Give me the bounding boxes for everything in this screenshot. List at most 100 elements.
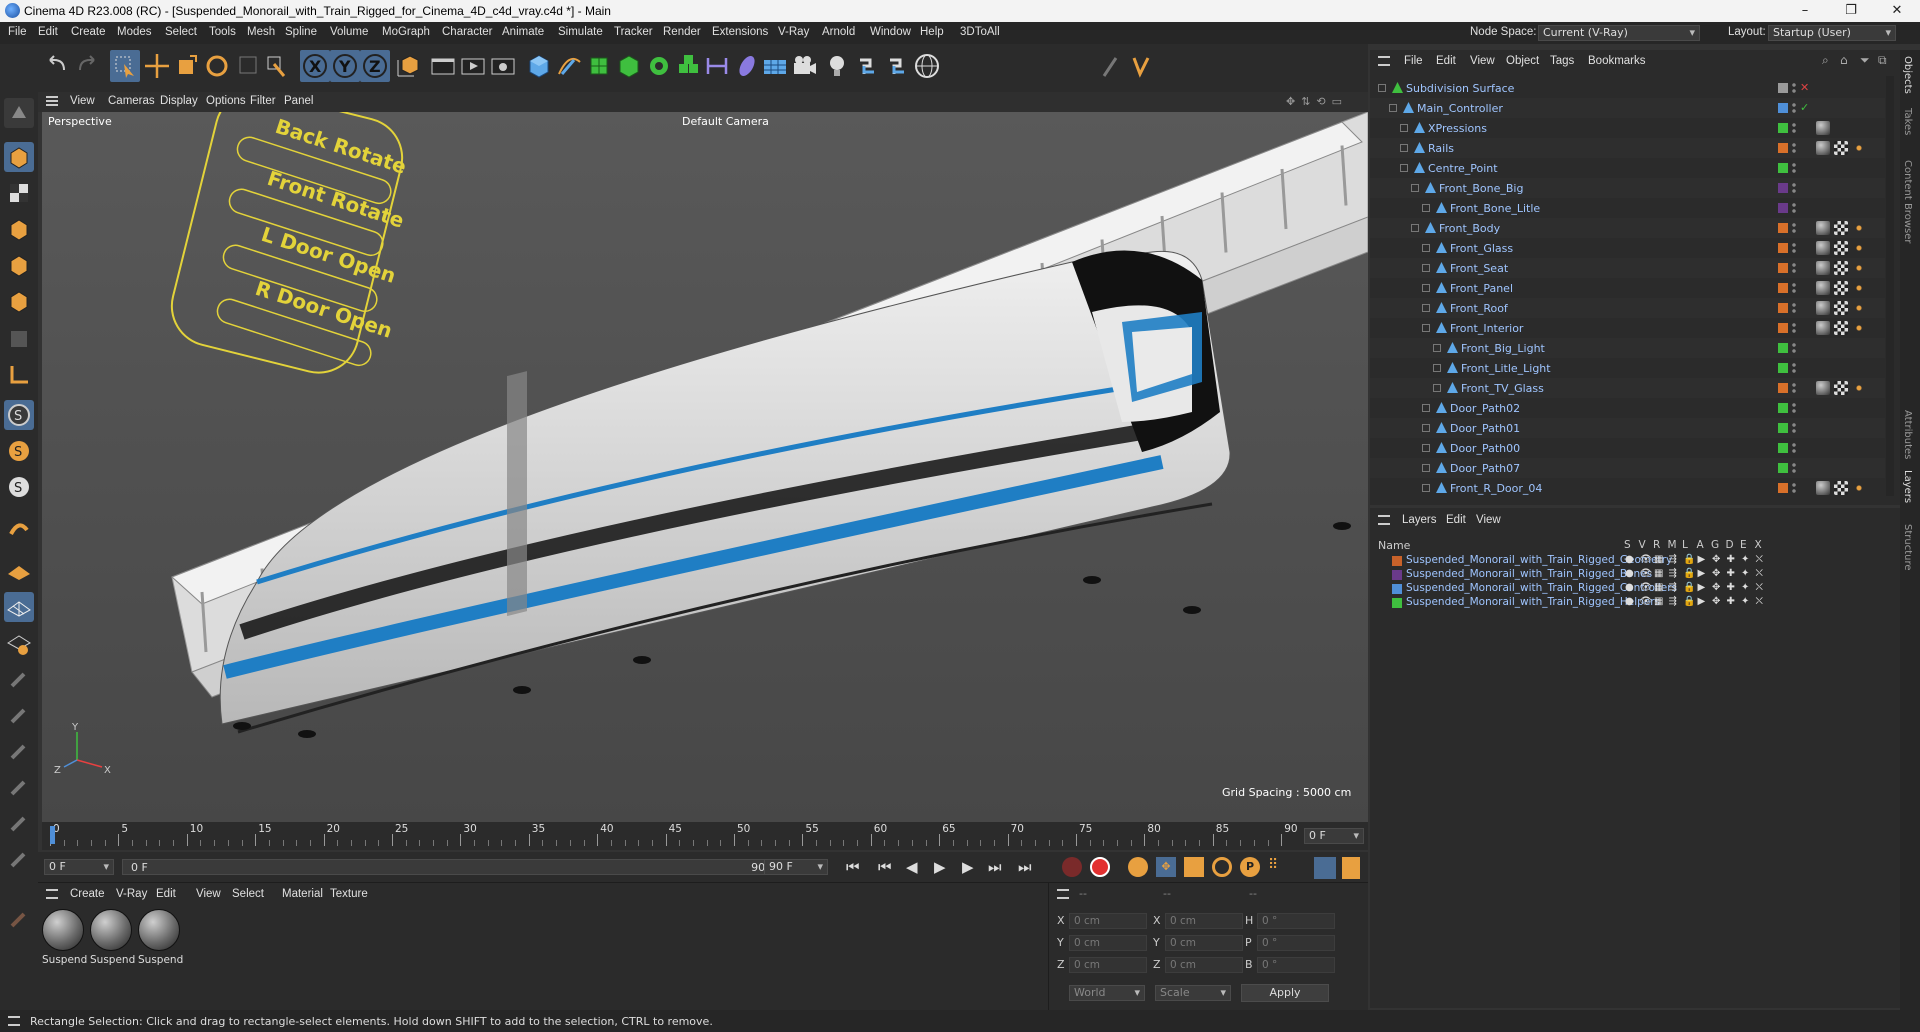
layer-column-x[interactable]: X xyxy=(1755,539,1762,551)
layer-color-swatch[interactable] xyxy=(1778,223,1788,233)
viewport-menu-view[interactable]: View xyxy=(70,95,95,107)
side-tab-structure[interactable]: Structure xyxy=(1902,524,1913,571)
viewport-nav-icons[interactable]: ✥⇅⟲▭ xyxy=(1286,95,1360,109)
layer-menu-edit[interactable]: Edit xyxy=(1446,514,1466,526)
layer-toggle-icon[interactable]: 🔒 xyxy=(1683,568,1695,579)
uv-tag-icon[interactable] xyxy=(1852,281,1866,295)
object-row[interactable]: Front_Seat xyxy=(1370,258,1885,278)
layer-column-e[interactable]: E xyxy=(1740,539,1747,551)
object-row[interactable]: Front_Glass xyxy=(1370,238,1885,258)
object-name[interactable]: Front_Bone_Litle xyxy=(1450,202,1540,215)
viewport-menu-filter[interactable]: Filter xyxy=(250,95,276,107)
layer-toggle-icon[interactable]: 👁 xyxy=(1640,596,1653,607)
visibility-dots-icon[interactable] xyxy=(1792,302,1796,314)
layer-toggle-icon[interactable]: ✥ xyxy=(1712,596,1720,607)
texture-tag-icon[interactable] xyxy=(1834,301,1848,315)
layer-toggle-icon[interactable]: ⇶ xyxy=(1669,554,1677,565)
object-menu-view[interactable]: View xyxy=(1470,55,1495,67)
visibility-dots-icon[interactable] xyxy=(1792,142,1796,154)
object-row[interactable]: Door_Path01 xyxy=(1370,418,1885,438)
magic-wand-icon[interactable] xyxy=(1096,50,1126,82)
menu-extensions[interactable]: Extensions xyxy=(712,26,768,38)
material-tag-icon[interactable] xyxy=(1816,241,1830,255)
layer-color-swatch[interactable] xyxy=(1778,103,1788,113)
size-field[interactable]: 0 cm xyxy=(1165,935,1243,951)
tree-toggle-icon[interactable] xyxy=(1422,304,1430,312)
layer-menu-view[interactable]: View xyxy=(1476,514,1501,526)
coord-space-select[interactable]: World xyxy=(1069,985,1145,1001)
layer-toggle-icon[interactable]: 🔒 xyxy=(1683,582,1695,593)
layer-toggle-icon[interactable]: ⛌ xyxy=(1756,568,1763,579)
magnet-tool-icon[interactable] xyxy=(4,808,34,838)
menu-spline[interactable]: Spline xyxy=(285,26,317,38)
layer-color-swatch[interactable] xyxy=(1392,570,1402,580)
mograph-icon[interactable] xyxy=(674,50,704,82)
menu-tracker[interactable]: Tracker xyxy=(614,26,653,38)
menu-v-ray[interactable]: V-Ray xyxy=(778,26,809,38)
layer-toggle-icon[interactable]: ⇶ xyxy=(1669,582,1677,593)
material-tag-icon[interactable] xyxy=(1816,221,1830,235)
play-icon[interactable]: ▶ xyxy=(934,858,946,876)
layer-toggle-icon[interactable]: ✥ xyxy=(1712,582,1720,593)
layer-toggle-icon[interactable]: ✚ xyxy=(1727,582,1735,593)
object-menu-object[interactable]: Object xyxy=(1506,55,1539,67)
visibility-dots-icon[interactable] xyxy=(1792,482,1796,494)
visibility-dots-icon[interactable] xyxy=(1792,262,1796,274)
brush-tool-icon[interactable] xyxy=(4,772,34,802)
layer-color-swatch[interactable] xyxy=(1778,323,1788,333)
layer-color-swatch[interactable] xyxy=(1778,403,1788,413)
object-name[interactable]: Rails xyxy=(1428,142,1454,155)
hamburger-icon[interactable] xyxy=(46,96,58,106)
layer-column-l[interactable]: L xyxy=(1682,539,1688,551)
autokey-icon[interactable] xyxy=(1090,857,1110,877)
extrude-icon[interactable] xyxy=(614,50,644,82)
hamburger-icon[interactable] xyxy=(8,1016,20,1026)
render-picture-viewer-icon[interactable] xyxy=(458,50,488,82)
layer-toggle-icon[interactable]: ▶ xyxy=(1698,554,1706,565)
node-space-select[interactable]: Current (V-Ray) xyxy=(1538,25,1700,41)
uv-tag-icon[interactable] xyxy=(1852,241,1866,255)
live-selection-icon[interactable] xyxy=(234,50,264,82)
material-tag-icon[interactable] xyxy=(1816,281,1830,295)
layer-toggle-icon[interactable]: ▦ xyxy=(1654,554,1663,565)
camera-name[interactable]: Default Camera xyxy=(682,115,769,128)
rotation-field[interactable]: 0 ° xyxy=(1257,913,1335,929)
layer-row[interactable]: Suspended_Monorail_with_Train_Rigged_Bon… xyxy=(1370,568,1885,582)
object-name[interactable]: Front_Big_Light xyxy=(1461,342,1545,355)
uv-tag-icon[interactable] xyxy=(1852,321,1866,335)
tree-toggle-icon[interactable] xyxy=(1400,144,1408,152)
object-row[interactable]: Front_Bone_Big xyxy=(1370,178,1885,198)
vray-toolbar-icon[interactable] xyxy=(1126,50,1156,82)
layer-color-swatch[interactable] xyxy=(1778,243,1788,253)
texture-tag-icon[interactable] xyxy=(1834,321,1848,335)
tree-toggle-icon[interactable] xyxy=(1422,464,1430,472)
material-swatch[interactable]: Suspend xyxy=(90,909,135,969)
render-view-icon[interactable] xyxy=(428,50,458,82)
key-rotation-icon[interactable] xyxy=(1212,857,1232,877)
end-frame-field[interactable]: 90 F xyxy=(764,859,828,875)
z-axis-lock-icon[interactable]: Z xyxy=(360,50,390,82)
object-name[interactable]: Front_Body xyxy=(1439,222,1500,235)
visibility-dots-icon[interactable] xyxy=(1792,442,1796,454)
layer-column-m[interactable]: M xyxy=(1668,539,1677,551)
material-menu-texture[interactable]: Texture xyxy=(330,888,368,900)
layer-color-swatch[interactable] xyxy=(1778,143,1788,153)
side-tab-content-browser[interactable]: Content Browser xyxy=(1902,160,1913,243)
material-swatch[interactable]: Suspend xyxy=(42,909,87,969)
layer-toggle-icon[interactable]: 👁 xyxy=(1640,568,1653,579)
layer-color-swatch[interactable] xyxy=(1778,203,1788,213)
rotation-field[interactable]: 0 ° xyxy=(1257,957,1335,973)
tree-toggle-icon[interactable] xyxy=(1378,84,1386,92)
texture-tag-icon[interactable] xyxy=(1834,261,1848,275)
object-name[interactable]: Front_Litle_Light xyxy=(1461,362,1551,375)
hamburger-icon[interactable] xyxy=(1378,56,1390,66)
object-row[interactable]: XPressions xyxy=(1370,118,1885,138)
visibility-dots-icon[interactable] xyxy=(1792,242,1796,254)
enabled-check-icon[interactable]: ✕ xyxy=(1800,81,1809,94)
rotation-field[interactable]: 0 ° xyxy=(1257,935,1335,951)
filter-icon[interactable]: ⏷ xyxy=(1860,53,1870,68)
layer-column-d[interactable]: D xyxy=(1726,539,1734,551)
points-mode-icon[interactable] xyxy=(4,214,34,244)
tree-toggle-icon[interactable] xyxy=(1422,424,1430,432)
visibility-dots-icon[interactable] xyxy=(1792,222,1796,234)
